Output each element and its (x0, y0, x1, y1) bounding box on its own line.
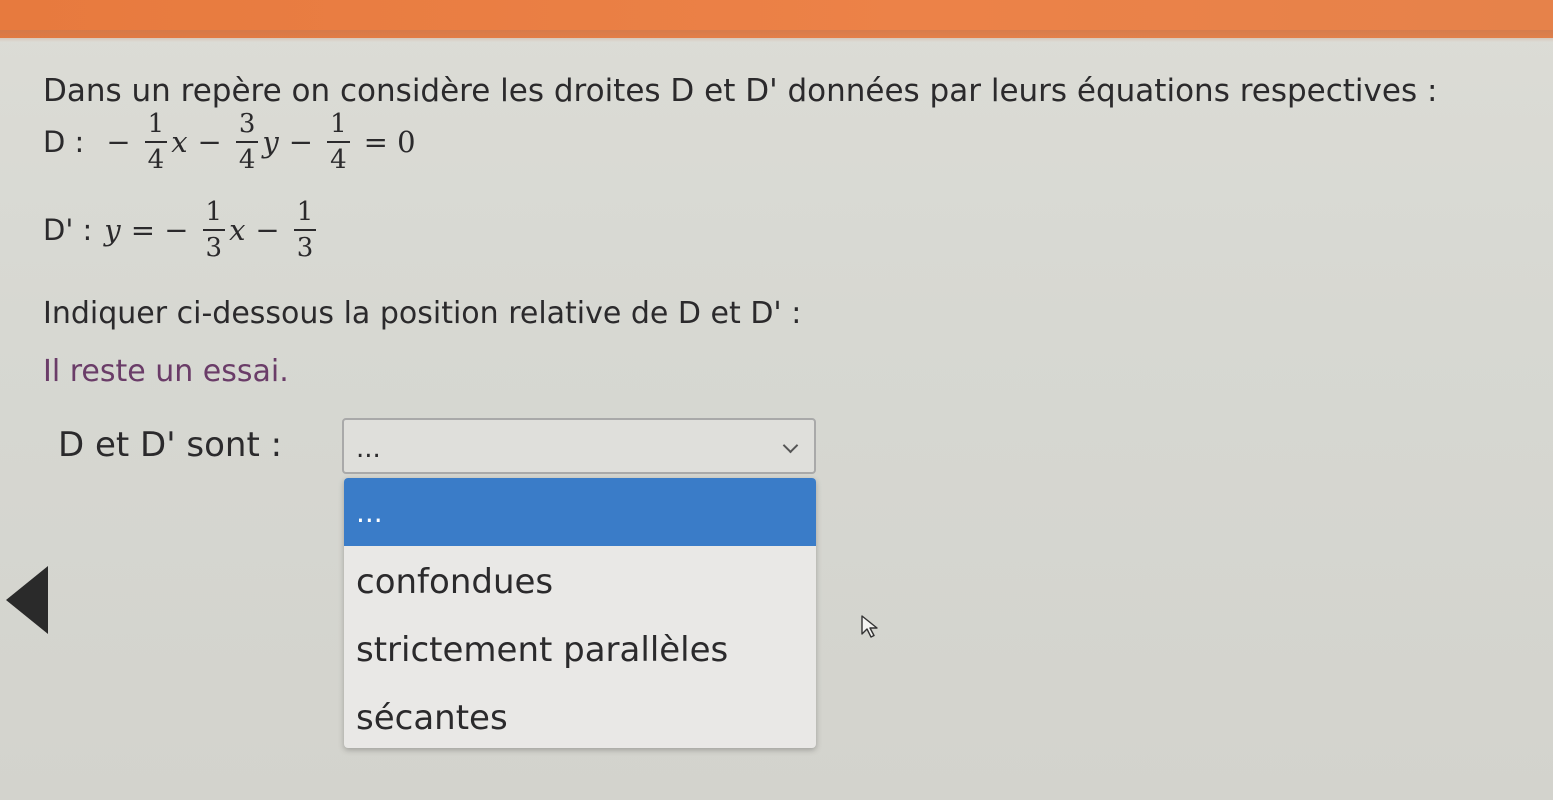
variable-y: y (262, 125, 279, 159)
equation-d: D : − 1 4 x − 3 4 y − 1 4 = 0 (43, 102, 426, 182)
fraction-denominator: 3 (296, 233, 314, 263)
select-current-value: ... (356, 434, 381, 464)
option-strictement-paralleles[interactable]: strictement parallèles (344, 630, 816, 670)
fraction-numerator: 1 (327, 109, 350, 143)
left-triangle-icon[interactable] (6, 566, 48, 634)
fraction-denominator: 4 (147, 145, 165, 175)
fraction-denominator: 3 (205, 233, 223, 263)
fraction: 1 3 (293, 197, 317, 263)
attempts-remaining: Il reste un essai. (43, 354, 289, 389)
fraction-numerator: 1 (293, 197, 317, 231)
equals-zero: = 0 (363, 125, 416, 159)
fraction: 1 4 (327, 109, 350, 175)
equation-d-prime: D' : y = − 1 3 x − 1 3 (43, 190, 320, 270)
chevron-down-icon (782, 437, 799, 454)
fraction: 1 4 (144, 109, 168, 175)
equation-d-prime-math: y = − 1 3 x − 1 3 (104, 197, 320, 263)
equation-d-math: − 1 4 x − 3 4 y − 1 4 = 0 (96, 109, 425, 175)
answer-select[interactable]: ... (342, 418, 816, 474)
option-placeholder[interactable]: ... (344, 478, 816, 546)
option-confondues[interactable]: confondues (344, 562, 816, 602)
fraction-denominator: 4 (238, 145, 256, 175)
minus-sign: − (255, 213, 280, 247)
fraction-denominator: 4 (330, 145, 347, 175)
variable-x: x (171, 125, 188, 159)
question-text: Indiquer ci-dessous la position relative… (43, 296, 802, 331)
equation-d-label: D : (43, 125, 85, 159)
equation-d-prime-label: D' : (43, 213, 93, 247)
equals-minus: = − (130, 213, 189, 247)
answer-label: D et D' sont : (58, 425, 283, 465)
fraction-numerator: 3 (235, 109, 259, 143)
minus-sign: − (288, 125, 314, 159)
option-secantes[interactable]: sécantes (344, 698, 816, 738)
fraction-numerator: 1 (202, 197, 226, 231)
variable-x: x (229, 213, 246, 247)
minus-sign: − (106, 125, 131, 159)
answer-dropdown-menu: ... confondues strictement parallèles sé… (344, 478, 816, 748)
fraction: 3 4 (235, 109, 259, 175)
mouse-cursor-icon (861, 615, 878, 638)
variable-y: y (104, 213, 121, 247)
fraction: 1 3 (202, 197, 226, 263)
top-banner-shade (0, 30, 1553, 42)
fraction-numerator: 1 (144, 109, 168, 143)
minus-sign: − (197, 125, 222, 159)
